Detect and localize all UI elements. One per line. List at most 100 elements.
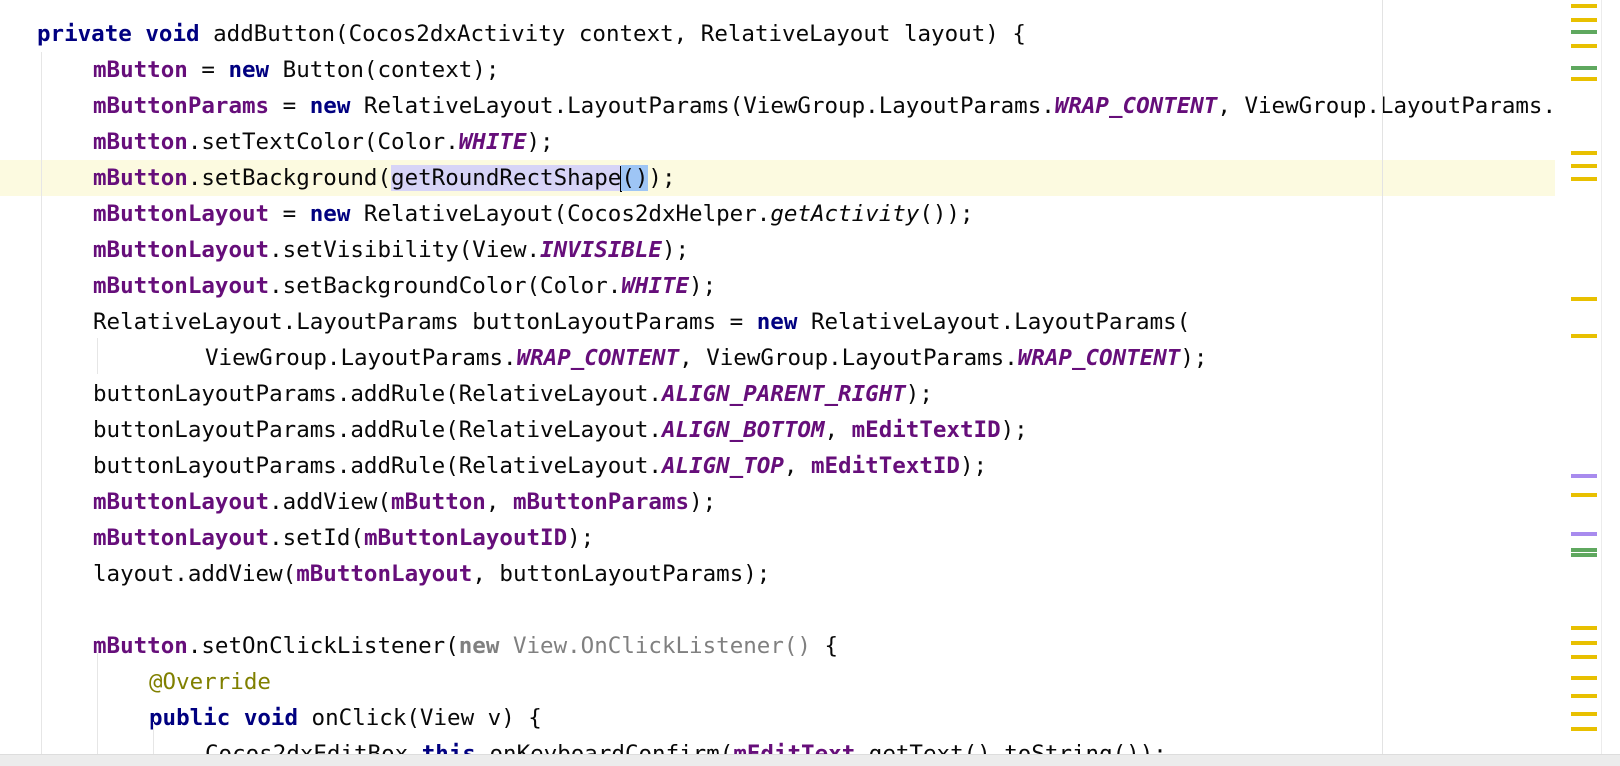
- code-token: @Override: [149, 669, 271, 695]
- code-line[interactable]: mButtonLayout.setBackgroundColor(Color.W…: [0, 268, 1600, 304]
- code-line-text: mButtonLayout.setVisibility(View.INVISIB…: [93, 232, 689, 268]
- code-line-text: public void onClick(View v) {: [149, 700, 542, 736]
- error-stripe-mark[interactable]: [1571, 18, 1597, 22]
- code-line[interactable]: mButton = new Button(context);: [0, 52, 1600, 88]
- error-stripe-mark[interactable]: [1571, 626, 1597, 630]
- code-token: mButtonLayout: [93, 525, 270, 551]
- code-token: );: [1180, 345, 1208, 371]
- error-stripe-mark[interactable]: [1571, 66, 1597, 70]
- code-token: buttonLayoutParams.addRule(RelativeLayou…: [93, 417, 662, 443]
- error-stripe-mark[interactable]: [1571, 655, 1597, 659]
- code-line-text: mButtonParams = new RelativeLayout.Layou…: [93, 88, 1556, 124]
- code-line[interactable]: mButton.setTextColor(Color.WHITE);: [0, 124, 1600, 160]
- code-token: RelativeLayout.LayoutParams(: [797, 309, 1191, 335]
- error-stripe[interactable]: [1555, 0, 1600, 766]
- code-line-text: mButtonLayout.setId(mButtonLayoutID);: [93, 520, 594, 556]
- code-line-text: mButton.setBackground(getRoundRectShape(…: [93, 160, 676, 196]
- code-editor[interactable]: private void addButton(Cocos2dxActivity …: [0, 0, 1620, 766]
- code-token: .setBackgroundColor(Color.: [269, 273, 622, 299]
- code-token: mButtonLayout: [296, 561, 473, 587]
- code-token: mButton: [93, 633, 188, 659]
- code-line-text: buttonLayoutParams.addRule(RelativeLayou…: [93, 412, 1028, 448]
- code-token: WRAP_CONTENT: [516, 345, 680, 371]
- code-token: WRAP_CONTENT: [1054, 93, 1218, 119]
- code-token: new: [756, 309, 798, 335]
- code-token: );: [959, 453, 988, 479]
- error-stripe-mark[interactable]: [1571, 297, 1597, 301]
- indent-guide: [97, 338, 98, 374]
- code-token: mButton: [93, 165, 188, 191]
- code-line[interactable]: mButtonLayout.addView(mButton, mButtonPa…: [0, 484, 1600, 520]
- code-line[interactable]: mButton.setBackground(getRoundRectShape(…: [0, 160, 1600, 196]
- code-line[interactable]: mButton.setOnClickListener(new View.OnCl…: [0, 628, 1600, 664]
- error-stripe-mark[interactable]: [1571, 164, 1597, 168]
- code-line[interactable]: private void addButton(Cocos2dxActivity …: [0, 16, 1600, 52]
- code-line-text: buttonLayoutParams.addRule(RelativeLayou…: [93, 448, 987, 484]
- code-line-text: layout.addView(mButtonLayout, buttonLayo…: [93, 556, 770, 592]
- code-token: );: [648, 165, 676, 191]
- code-line[interactable]: layout.addView(mButtonLayout, buttonLayo…: [0, 556, 1600, 592]
- code-token: .setId(: [269, 525, 364, 551]
- code-line[interactable]: public void onClick(View v) {: [0, 700, 1600, 736]
- code-token: ,: [783, 453, 811, 479]
- horizontal-scrollbar[interactable]: [0, 754, 1620, 766]
- code-line[interactable]: buttonLayoutParams.addRule(RelativeLayou…: [0, 376, 1600, 412]
- indent-guide: [41, 52, 42, 766]
- error-stripe-mark[interactable]: [1571, 4, 1597, 8]
- error-stripe-mark[interactable]: [1571, 151, 1597, 155]
- error-stripe-mark[interactable]: [1571, 30, 1597, 34]
- error-stripe-mark[interactable]: [1571, 553, 1597, 557]
- code-token: .addView(: [269, 489, 392, 515]
- code-token: =: [187, 57, 229, 83]
- code-token: mButton: [93, 57, 188, 83]
- code-line[interactable]: RelativeLayout.LayoutParams buttonLayout…: [0, 304, 1600, 340]
- code-token: );: [689, 273, 717, 299]
- code-token: );: [689, 489, 717, 515]
- error-stripe-mark[interactable]: [1571, 532, 1597, 536]
- error-stripe-mark[interactable]: [1571, 474, 1597, 478]
- error-stripe-mark[interactable]: [1571, 548, 1597, 552]
- code-line[interactable]: [0, 592, 1600, 628]
- code-line-text: RelativeLayout.LayoutParams buttonLayout…: [93, 304, 1190, 340]
- code-line[interactable]: mButtonLayout.setVisibility(View.INVISIB…: [0, 232, 1600, 268]
- code-token: mButtonLayout: [93, 201, 270, 227]
- error-stripe-mark[interactable]: [1571, 694, 1597, 698]
- code-token: {: [810, 633, 839, 659]
- code-token: RelativeLayout(Cocos2dxHelper.: [350, 201, 771, 227]
- code-token: mEditTextID: [810, 453, 960, 479]
- code-token: layout.addView(: [93, 561, 297, 587]
- code-line[interactable]: ViewGroup.LayoutParams.WRAP_CONTENT, Vie…: [0, 340, 1600, 376]
- error-stripe-mark[interactable]: [1571, 641, 1597, 645]
- code-token: mButtonParams: [93, 93, 270, 119]
- code-line[interactable]: mButtonLayout = new RelativeLayout(Cocos…: [0, 196, 1600, 232]
- error-stripe-mark[interactable]: [1571, 334, 1597, 338]
- code-token: .setBackground(: [187, 165, 392, 191]
- code-token: mButtonLayout: [93, 489, 270, 515]
- error-stripe-mark[interactable]: [1571, 727, 1597, 731]
- code-token: =: [269, 93, 310, 119]
- code-line[interactable]: buttonLayoutParams.addRule(RelativeLayou…: [0, 412, 1600, 448]
- code-line[interactable]: mButtonLayout.setId(mButtonLayoutID);: [0, 520, 1600, 556]
- error-stripe-mark[interactable]: [1571, 712, 1597, 716]
- code-token: ALIGN_TOP: [661, 453, 784, 479]
- error-stripe-border: [1601, 0, 1602, 766]
- error-stripe-mark[interactable]: [1571, 177, 1597, 181]
- code-token: mButton: [93, 129, 188, 155]
- code-token: addButton(Cocos2dxActivity context, Rela…: [199, 21, 1026, 47]
- code-token: WHITE: [458, 129, 527, 155]
- error-stripe-mark[interactable]: [1571, 676, 1597, 680]
- error-stripe-mark[interactable]: [1571, 44, 1597, 48]
- code-line[interactable]: buttonLayoutParams.addRule(RelativeLayou…: [0, 448, 1600, 484]
- code-token: Button(context);: [269, 57, 500, 83]
- code-token: new: [309, 201, 351, 227]
- error-stripe-mark[interactable]: [1571, 493, 1597, 497]
- code-token: public: [149, 705, 231, 731]
- code-token: ());: [919, 201, 974, 227]
- code-token: buttonLayoutParams.addRule(RelativeLayou…: [93, 381, 662, 407]
- error-stripe-mark[interactable]: [1571, 77, 1597, 81]
- code-token: , buttonLayoutParams);: [472, 561, 771, 587]
- code-line-text: @Override: [149, 664, 271, 700]
- code-line[interactable]: @Override: [0, 664, 1600, 700]
- code-line[interactable]: mButtonParams = new RelativeLayout.Layou…: [0, 88, 1600, 124]
